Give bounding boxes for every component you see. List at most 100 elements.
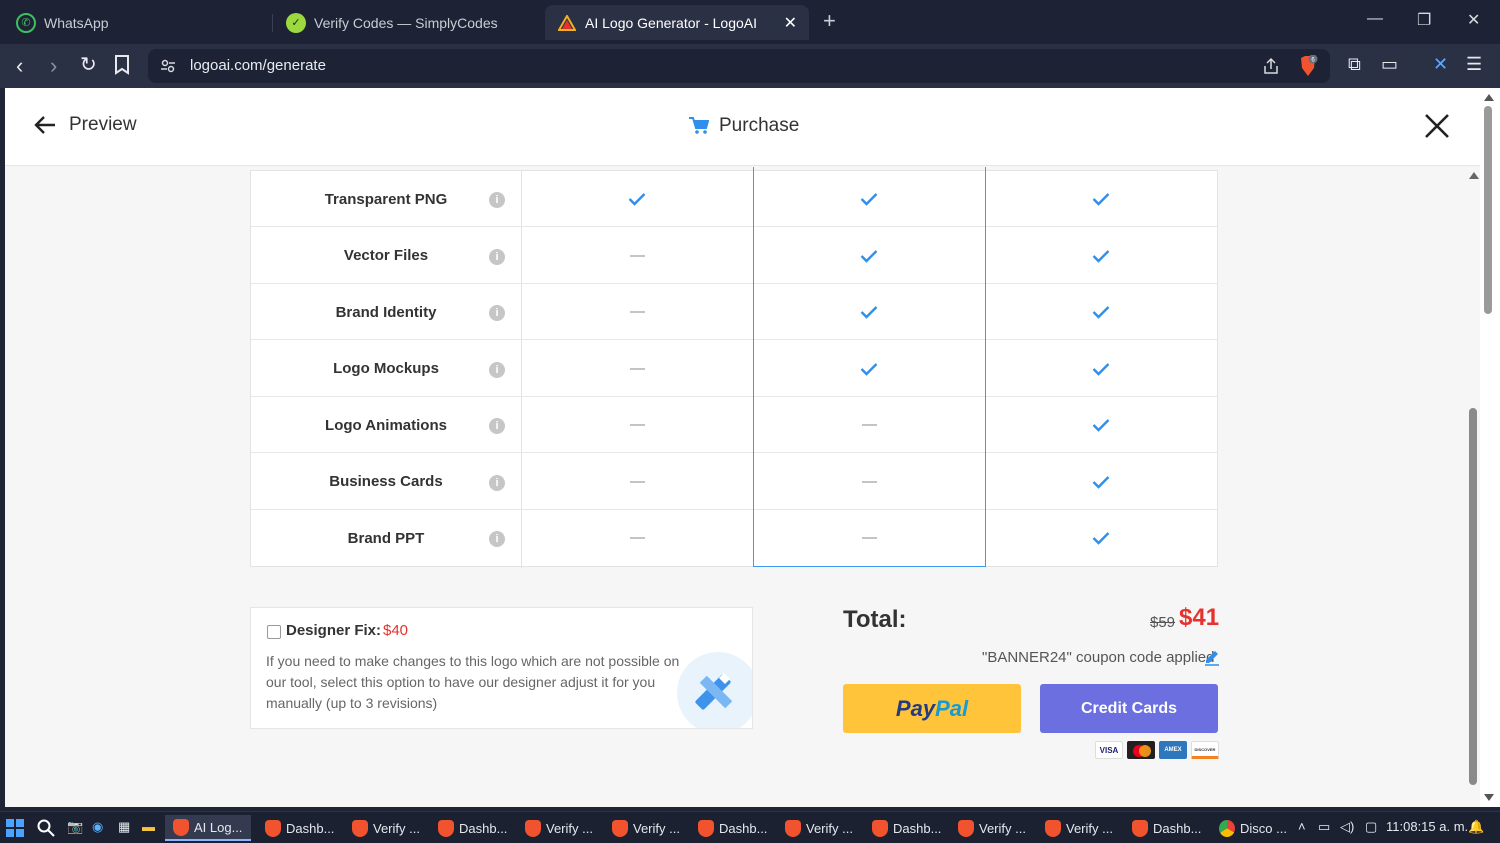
scroll-up-arrow-icon[interactable] (1469, 172, 1479, 179)
taskbar-app-4[interactable]: Dashb... (430, 815, 512, 841)
window-scrollbar[interactable] (1480, 88, 1500, 807)
calculator-app-icon[interactable]: ▦ (118, 819, 130, 835)
close-icon[interactable] (1423, 112, 1451, 140)
taskbar-app-label: Dashb... (1153, 820, 1202, 836)
feature-row: Vector Files i (251, 228, 1217, 284)
info-icon[interactable]: i (489, 192, 505, 208)
extension-k-icon[interactable]: ✕ (1433, 54, 1448, 75)
volume-icon[interactable]: ◁) (1340, 819, 1354, 835)
clock[interactable]: 11:08:15 a. m. (1386, 819, 1468, 834)
show-hidden-icons-icon[interactable]: ˄ (1298, 819, 1306, 834)
site-settings-icon[interactable] (160, 58, 176, 74)
taskbar-app-9[interactable]: Dashb... (864, 815, 946, 841)
info-icon[interactable]: i (489, 305, 505, 321)
feature-row: Logo Mockups i (251, 341, 1217, 397)
taskbar-app-label: Verify ... (546, 820, 593, 836)
notifications-icon[interactable]: 🔔 (1468, 819, 1484, 835)
edit-coupon-icon[interactable] (1203, 648, 1221, 666)
not-included-dash-icon (629, 537, 645, 539)
browser-toolbar: ‹ › ↻ logoai.com/generate 6 ⧉ ▭ ✕ ☰ (0, 44, 1500, 88)
credit-cards-button[interactable]: Credit Cards (1040, 684, 1218, 733)
tab-logoai[interactable]: AI Logo Generator - LogoAI ✕ (545, 5, 809, 40)
brave-icon (1045, 819, 1061, 837)
chrome-icon (1219, 819, 1235, 837)
info-icon[interactable]: i (489, 248, 505, 265)
maps-app-icon[interactable]: ◉ (92, 819, 103, 835)
cast-icon[interactable]: ▭ (1381, 54, 1398, 75)
bookmark-icon[interactable] (114, 55, 130, 81)
back-nav-icon[interactable]: ‹ (16, 53, 23, 79)
forward-nav-icon[interactable]: › (50, 53, 57, 79)
brave-icon (958, 819, 974, 837)
brave-icon (352, 819, 368, 837)
plan-3-cell (985, 341, 1217, 397)
brave-icon (438, 819, 454, 837)
content-scrollbar[interactable] (1466, 172, 1480, 807)
taskbar-app-1[interactable]: AI Log... (165, 815, 251, 841)
network-icon[interactable]: ▭ (1318, 819, 1330, 835)
plan-1-cell (521, 341, 753, 397)
taskbar-app-5[interactable]: Verify ... (517, 815, 599, 841)
designer-fix-checkbox[interactable] (267, 625, 281, 639)
plan-3-cell (985, 454, 1217, 510)
modal-header: Preview Purchase (5, 88, 1480, 166)
scrollbar-thumb[interactable] (1484, 106, 1492, 314)
discounted-price: $41 (1179, 604, 1220, 631)
scroll-up-arrow-icon[interactable] (1484, 94, 1494, 101)
new-tab-button[interactable]: + (823, 8, 836, 34)
page-title: Purchase (689, 115, 799, 137)
tab-whatsapp[interactable]: ✆ WhatsApp (8, 5, 270, 40)
menu-icon[interactable]: ☰ (1466, 54, 1482, 75)
windows-start-icon[interactable] (6, 819, 24, 837)
taskbar-app-label: Dashb... (286, 820, 335, 836)
restore-icon[interactable]: ❐ (1417, 10, 1431, 30)
info-icon[interactable]: i (489, 361, 505, 378)
checkmark-icon (1092, 306, 1110, 319)
taskbar-app-12[interactable]: Dashb... (1124, 815, 1206, 841)
extensions-icon[interactable]: ⧉ (1348, 54, 1361, 75)
plan-1-cell (521, 228, 753, 284)
close-window-icon[interactable]: ✕ (1467, 10, 1480, 30)
camera-app-icon[interactable]: 📷 (67, 819, 83, 835)
minimize-icon[interactable]: — (1367, 10, 1383, 28)
feature-row: Brand Identity i (251, 284, 1217, 340)
share-icon[interactable] (1262, 57, 1280, 75)
plan-3-cell (985, 510, 1217, 566)
info-icon[interactable]: i (489, 418, 505, 434)
file-explorer-icon[interactable]: ▬ (142, 819, 155, 834)
brave-shields-icon[interactable]: 6 (1298, 55, 1318, 77)
address-bar[interactable]: logoai.com/generate 6 (148, 49, 1330, 83)
scrollbar-thumb[interactable] (1469, 408, 1477, 785)
scroll-down-arrow-icon[interactable] (1484, 794, 1494, 801)
taskbar-app-label: AI Log... (194, 819, 243, 835)
paypal-button[interactable]: Pay Pal (843, 684, 1021, 733)
taskbar-app-10[interactable]: Verify ... (950, 815, 1032, 841)
paypal-logo-part1: Pay (895, 695, 936, 721)
original-price: $59 (1150, 614, 1176, 631)
feature-name: Vector Files (343, 247, 429, 264)
feature-row: Brand PPT i (251, 510, 1217, 566)
reload-icon[interactable]: ↻ (80, 52, 97, 77)
back-to-preview-button[interactable]: Preview (33, 114, 137, 136)
feature-name: Logo Animations (325, 416, 447, 434)
taskbar-app-label: Dashb... (893, 820, 942, 836)
close-tab-icon[interactable]: ✕ (784, 13, 797, 33)
taskbar-app-2[interactable]: Dashb... (257, 815, 339, 841)
brave-icon (173, 818, 189, 836)
title-text: Purchase (719, 115, 800, 136)
not-included-dash-icon (629, 367, 645, 370)
designer-fix-price: $40 (383, 622, 409, 639)
search-icon[interactable] (37, 819, 55, 837)
taskbar-app-3[interactable]: Verify ... (344, 815, 426, 841)
discover-icon: DISCOVER (1191, 741, 1219, 759)
taskbar-app-8[interactable]: Verify ... (777, 815, 859, 841)
taskbar-app-13[interactable]: Disco ... (1211, 815, 1293, 841)
info-icon[interactable]: i (489, 474, 505, 491)
tab-simplycodes[interactable]: ✓ Verify Codes — SimplyCodes (278, 5, 540, 40)
taskbar-app-6[interactable]: Verify ... (604, 815, 686, 841)
taskbar-app-7[interactable]: Dashb... (690, 815, 772, 841)
checkmark-icon (1092, 419, 1110, 432)
taskbar-app-11[interactable]: Verify ... (1037, 815, 1119, 841)
display-icon[interactable]: ▢ (1365, 819, 1377, 835)
info-icon[interactable]: i (489, 531, 505, 547)
